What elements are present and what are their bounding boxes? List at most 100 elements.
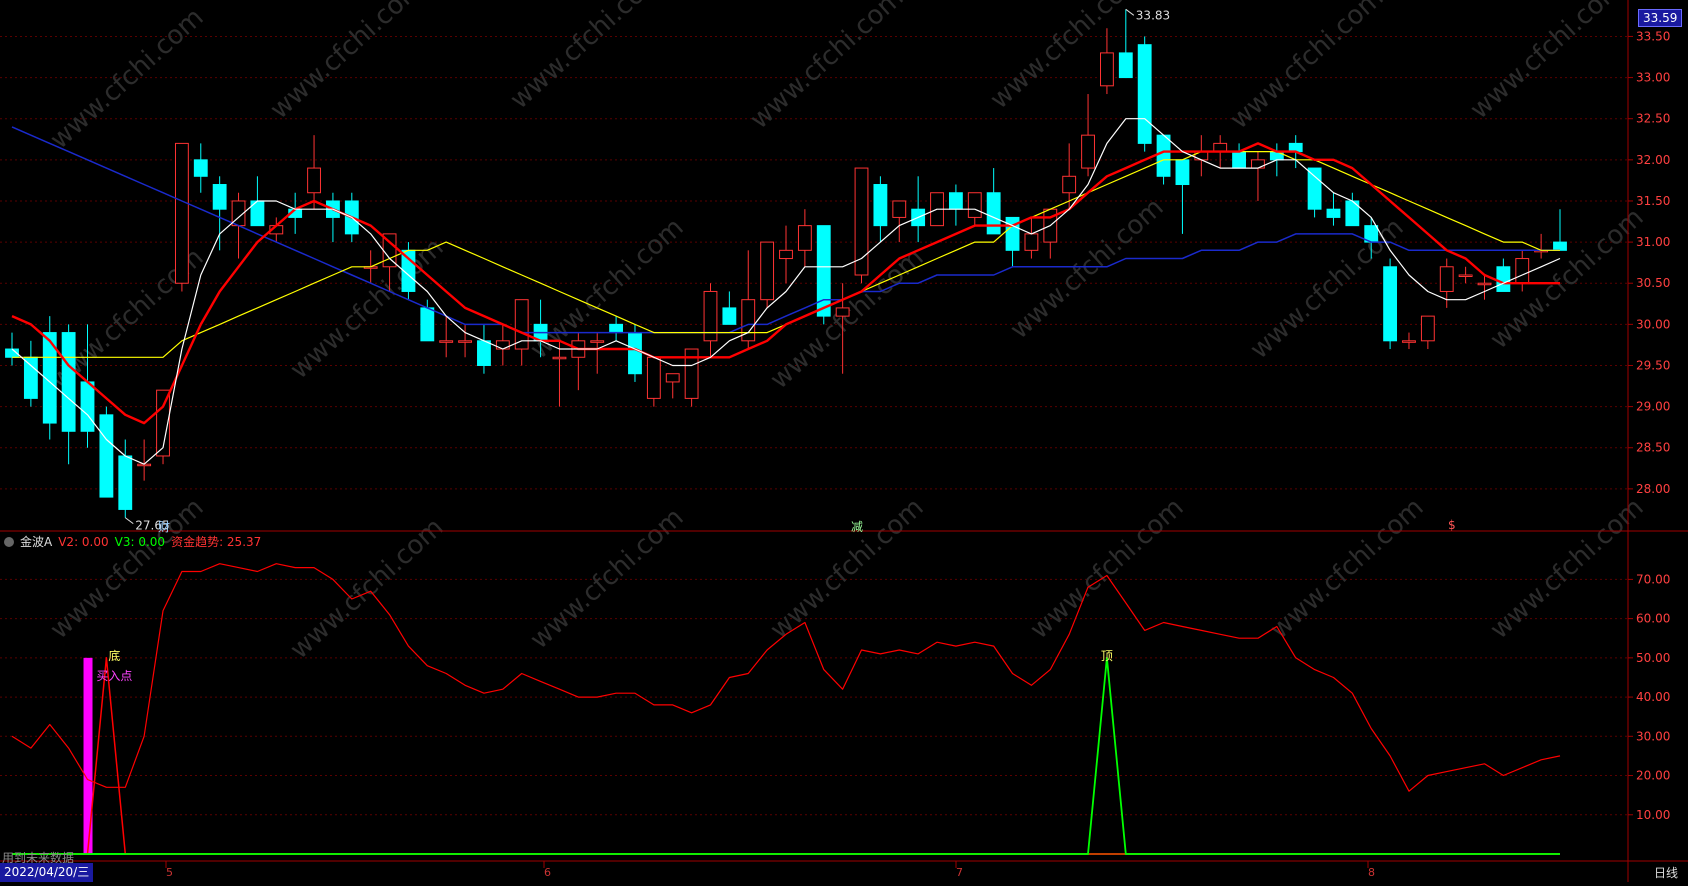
candle: [986, 168, 1001, 235]
candle-body-up: [1402, 340, 1416, 343]
candle-body-up: [1081, 134, 1095, 169]
candle-body-up: [458, 340, 472, 343]
indicator-header: 金波A V2: 0.00 V3: 0.00 资金趋势: 25.37: [4, 535, 267, 549]
watermark-text: www.cfchi.com: [525, 502, 690, 655]
high-marker-arrow: [1125, 8, 1135, 16]
candle-body-up: [439, 340, 454, 343]
price-tick-label: 32.00: [1636, 153, 1670, 167]
candle-body-down: [80, 381, 95, 432]
indicator-tick-label: 20.00: [1636, 769, 1670, 783]
watermark-text: www.cfchi.com: [285, 512, 450, 665]
candle: [477, 324, 491, 374]
event-marker-dollar[interactable]: $: [1448, 518, 1456, 532]
price-tick-label: 30.00: [1636, 317, 1670, 331]
high-marker-label: 33.83: [1136, 8, 1170, 22]
watermark-text: www.cfchi.com: [1485, 492, 1650, 645]
candle-body-down: [609, 323, 624, 334]
fund-trend-label: 资金趋势: 25.37: [171, 535, 262, 549]
indicator-tick-label: 40.00: [1636, 690, 1670, 704]
candle-body-up: [552, 356, 567, 360]
candle: [118, 439, 133, 518]
candle-body-down: [61, 332, 76, 432]
candle-body-down: [1118, 52, 1133, 79]
candle-body-down: [99, 414, 114, 498]
candle-body-up: [760, 241, 775, 301]
watermark-text: www.cfchi.com: [265, 0, 430, 125]
candle-body-up: [967, 192, 982, 218]
event-marker-reduce[interactable]: 减: [851, 518, 863, 535]
candle: [609, 316, 624, 341]
candle: [1326, 192, 1341, 226]
chart-canvas[interactable]: www.cfchi.com www.cfchi.com www.cfchi.com w…: [0, 0, 1688, 882]
candle: [23, 340, 38, 407]
candle: [722, 291, 737, 325]
indicator-tick-label: 60.00: [1636, 612, 1670, 626]
signal-buy-label: 买入点: [96, 669, 132, 683]
candle: [1477, 275, 1492, 300]
signal-top-label: 顶: [1101, 649, 1113, 663]
candle-body-up: [1024, 233, 1039, 251]
candle-body-down: [873, 184, 888, 227]
candle-body-down: [628, 332, 642, 375]
candle: [1402, 332, 1416, 350]
panel-frame: [0, 0, 1688, 882]
candle-body-up: [1251, 159, 1265, 169]
v3-label: V3: 0.00: [114, 535, 166, 549]
candle-body-up: [1100, 52, 1114, 87]
price-tick-label: 30.50: [1636, 276, 1670, 290]
candle-body-down: [1232, 151, 1246, 169]
price-tick-label: 33.00: [1636, 71, 1670, 85]
candle: [948, 184, 963, 226]
candle: [1118, 9, 1133, 79]
candle: [1100, 28, 1114, 95]
candle-body-down: [1137, 44, 1152, 144]
candle: [854, 167, 869, 284]
candle-body-up: [1213, 142, 1228, 153]
candle: [797, 209, 812, 267]
candle-body-up: [307, 167, 321, 194]
candle: [1232, 143, 1246, 169]
candle-body-down: [477, 340, 491, 366]
price-tick-label: 33.50: [1636, 29, 1670, 43]
candle: [1496, 258, 1511, 292]
candle-body-down: [23, 356, 38, 399]
candle: [1024, 217, 1039, 259]
candle-body-up: [514, 299, 529, 350]
candle: [1081, 94, 1095, 177]
candle: [1194, 135, 1209, 177]
candle: [760, 241, 775, 308]
candle-body-down: [986, 192, 1001, 235]
candle-body-up: [590, 340, 605, 343]
indicator-name[interactable]: 金波A: [20, 535, 52, 549]
price-tick-label: 29.50: [1636, 358, 1670, 372]
candle: [1458, 266, 1473, 284]
candle-body-up: [646, 356, 661, 399]
signal-bottom-label: 底: [108, 648, 120, 663]
candle-body-down: [212, 184, 227, 210]
price-axis: 33.50 33.00 32.50 32.00 31.50 31.00 30.50 30.00…: [1628, 29, 1670, 496]
price-tick-label: 31.00: [1636, 235, 1670, 249]
candle: [703, 283, 718, 358]
candle: [193, 143, 208, 193]
candle-body-up: [665, 373, 680, 383]
candle: [1251, 151, 1265, 201]
candle-body-up: [1194, 151, 1209, 161]
candle-body-up: [779, 249, 793, 260]
current-price-badge: 33.59: [1638, 9, 1683, 27]
candle: [779, 225, 793, 284]
month-label-8: 8: [1368, 866, 1375, 879]
event-marker-finance[interactable]: 财: [158, 518, 170, 535]
watermark-text: www.cfchi.com: [525, 212, 690, 365]
watermark-text: www.cfchi.com: [1005, 192, 1170, 345]
candle-body-down: [193, 159, 208, 177]
candle-body-down: [1496, 266, 1511, 292]
indicator-toggle-icon[interactable]: [4, 537, 14, 547]
candle: [1553, 209, 1567, 251]
period-selector[interactable]: 日线: [1654, 864, 1678, 882]
watermark-text: www.cfchi.com: [1465, 0, 1630, 125]
main-gridlines: [0, 35, 1628, 490]
price-tick-label: 29.00: [1636, 400, 1670, 414]
price-tick-label: 31.50: [1636, 194, 1670, 208]
bottom-signal-line: [12, 657, 1560, 855]
candle-body-down: [1156, 134, 1171, 177]
